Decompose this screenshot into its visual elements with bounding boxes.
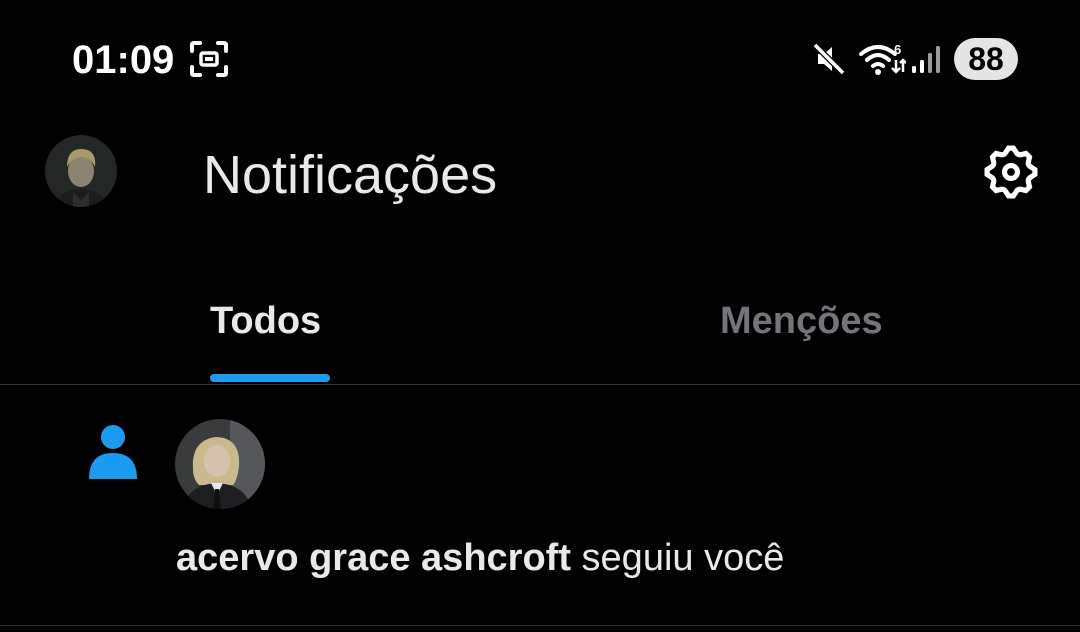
notification-user-name[interactable]: acervo grace ashcroft (176, 537, 571, 579)
signal-icon (912, 46, 940, 73)
status-time: 01:09 (72, 38, 175, 82)
notification-item[interactable]: acervo grace ashcroft seguiu você (0, 385, 1080, 625)
avatar[interactable] (45, 135, 117, 207)
tab-mencoes[interactable]: Menções (720, 295, 883, 347)
mute-icon (812, 42, 846, 76)
person-icon (89, 425, 137, 479)
notification-action: seguiu você (581, 537, 785, 579)
wifi-icon: 6 (859, 42, 906, 75)
page-title: Notificações (203, 145, 498, 205)
battery-indicator: 88 (954, 38, 1018, 80)
gear-icon (984, 145, 1038, 199)
tab-todos[interactable]: Todos (210, 295, 321, 347)
follower-avatar[interactable] (175, 419, 265, 509)
active-tab-indicator (210, 374, 330, 382)
notification-divider (0, 625, 1080, 626)
screenshot-icon (190, 41, 228, 77)
settings-button[interactable] (980, 141, 1042, 203)
svg-text:6: 6 (894, 42, 901, 57)
notification-text: acervo grace ashcroft seguiu você (176, 533, 784, 583)
